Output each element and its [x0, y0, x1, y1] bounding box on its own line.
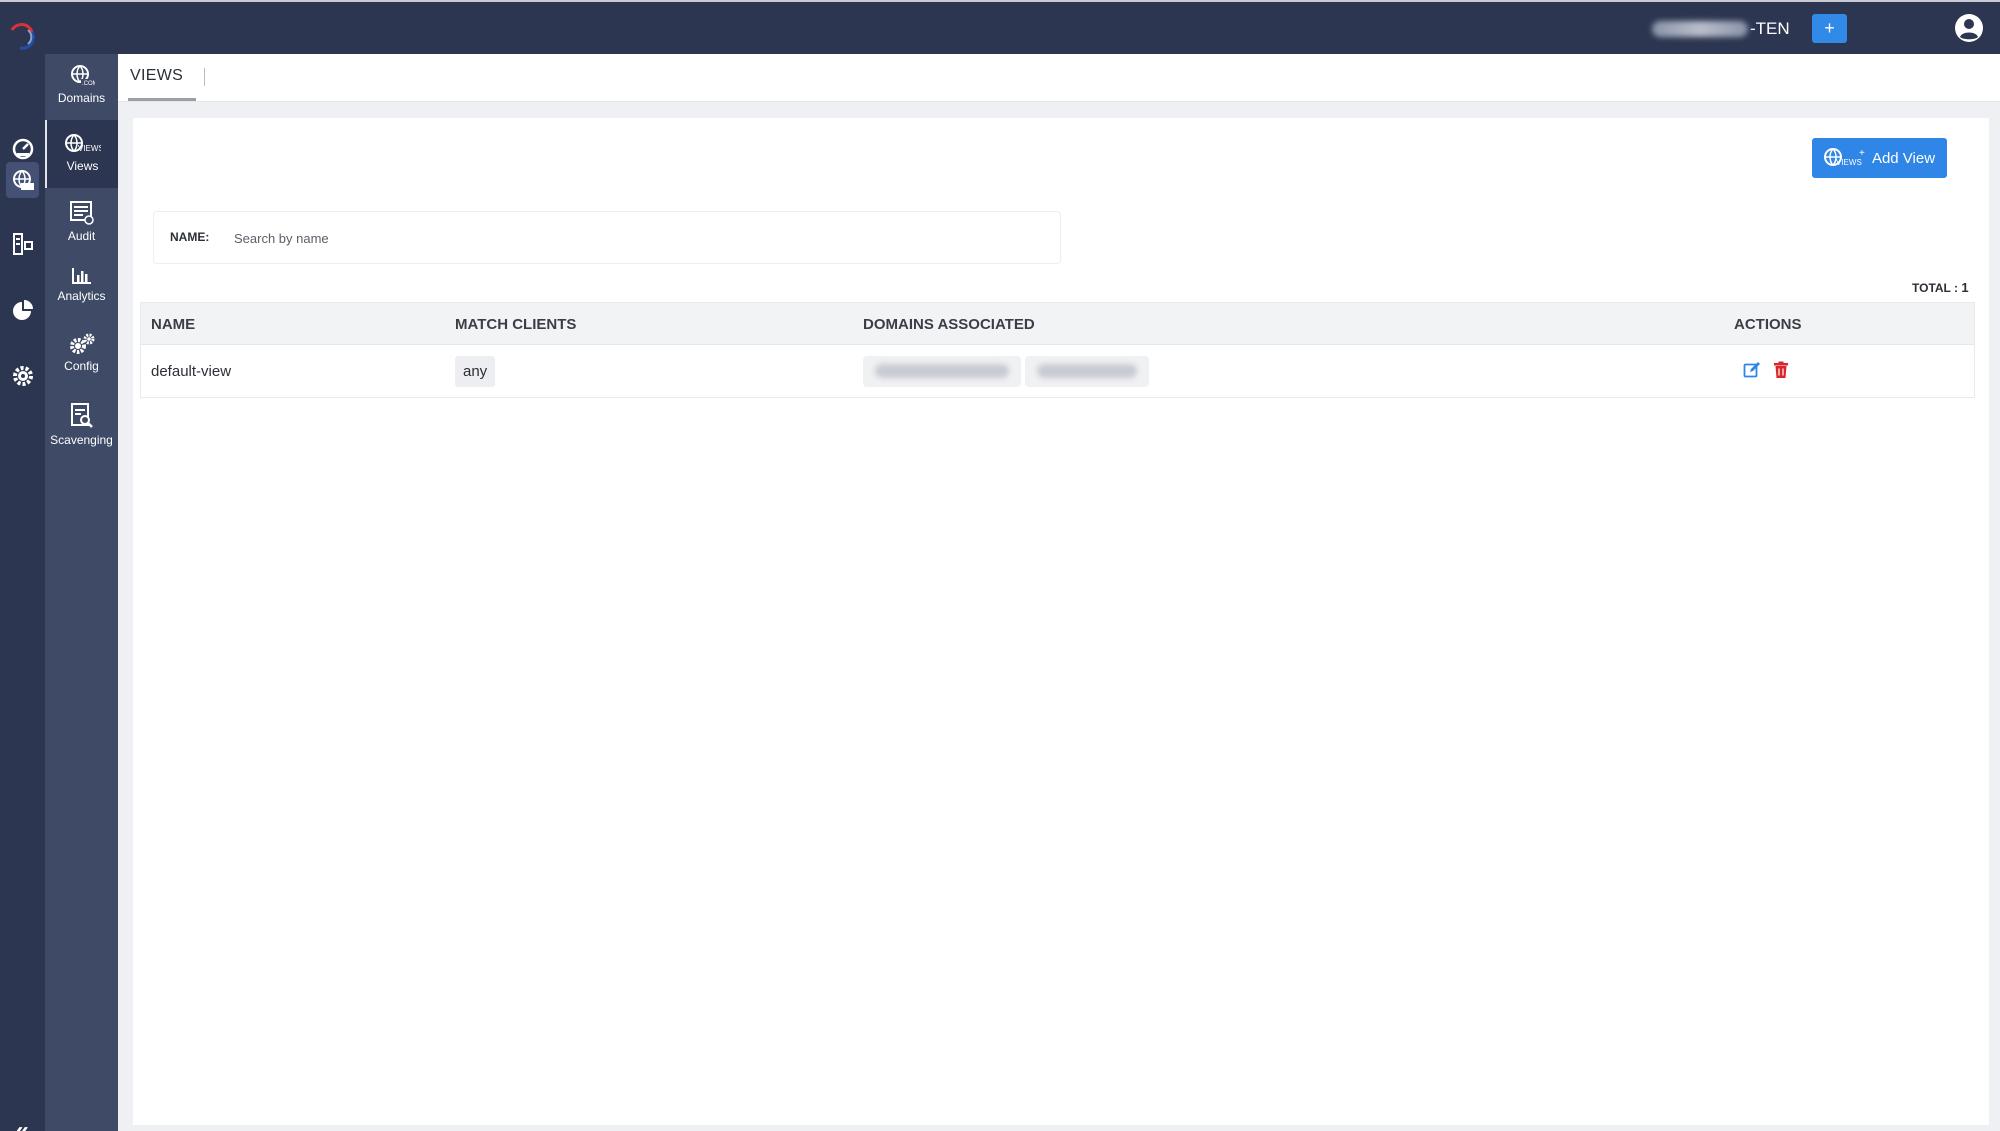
tenant-suffix: -TEN — [1750, 19, 1790, 38]
name-filter-label: NAME: — [170, 230, 210, 244]
globe-com-icon: .COM — [70, 65, 95, 87]
tenant-name-redacted — [1652, 21, 1748, 37]
search-input[interactable] — [234, 225, 1014, 251]
svg-text:.COM: .COM — [82, 81, 95, 87]
rail-dns[interactable] — [6, 162, 39, 198]
rail-ipam[interactable] — [6, 226, 39, 262]
rail-dashboard[interactable] — [6, 130, 39, 166]
ipam-icon — [12, 233, 33, 255]
svg-text:VIEWS: VIEWS — [1836, 158, 1862, 167]
match-clients-chip: any — [455, 356, 496, 387]
total-value: 1 — [1961, 280, 1969, 295]
column-header-match-clients[interactable]: MATCH CLIENTS — [455, 316, 576, 333]
add-view-button[interactable]: VIEWS + Add View — [1812, 138, 1947, 178]
gears-icon — [69, 333, 94, 354]
sidebar-item-views[interactable]: VIEWS Views — [45, 120, 118, 188]
tab-views[interactable]: VIEWS — [130, 67, 183, 85]
column-header-actions: ACTIONS — [1734, 316, 1802, 333]
settings-gear-icon — [12, 366, 33, 386]
document-search-icon — [70, 403, 93, 428]
sidebar-item-label: Scavenging — [50, 433, 113, 447]
rail-settings[interactable] — [6, 358, 39, 394]
sidebar-item-config[interactable]: Config — [45, 332, 118, 388]
table-row[interactable]: default-view any — [141, 346, 1974, 397]
domain-chip-redacted — [863, 356, 1021, 387]
sidebar-item-label: Domains — [57, 91, 106, 105]
total-count: TOTAL : 1 — [1912, 280, 1969, 295]
tab-active-indicator — [128, 98, 196, 101]
column-header-name[interactable]: NAME — [151, 316, 195, 333]
delete-icon[interactable] — [1771, 360, 1791, 380]
sidebar-item-label: Analytics — [57, 289, 106, 303]
tab-divider — [204, 68, 205, 86]
total-label: TOTAL : — [1912, 281, 1958, 295]
collapse-sidebar-button[interactable]: « — [8, 1117, 36, 1131]
top-bar: -TEN + — [0, 0, 2000, 54]
tab-bar: VIEWS — [118, 54, 2000, 102]
sidebar-item-scavenging[interactable]: Scavenging — [45, 402, 118, 462]
sidebar-item-analytics[interactable]: Analytics — [45, 266, 118, 318]
user-account-icon[interactable] — [1953, 12, 1985, 44]
rail-reports[interactable] — [6, 292, 39, 328]
tenant-name[interactable]: -TEN — [1652, 18, 1790, 40]
app-logo-icon[interactable] — [6, 20, 36, 50]
audit-icon — [69, 201, 94, 225]
sidebar-item-label: Audit — [67, 229, 96, 243]
edit-icon[interactable] — [1742, 360, 1762, 380]
pie-chart-icon — [12, 300, 33, 320]
name-filter: NAME: — [153, 211, 1061, 264]
sidebar-item-audit[interactable]: Audit — [45, 200, 118, 252]
dashboard-icon — [12, 138, 33, 160]
add-view-label: Add View — [1871, 149, 1936, 167]
sidebar-item-label: Config — [64, 359, 99, 373]
table-header: NAME MATCH CLIENTS DOMAINS ASSOCIATED AC… — [141, 303, 1974, 345]
view-name-cell: default-view — [151, 363, 232, 380]
sidebar-item-domains[interactable]: .COM Domains — [45, 64, 118, 120]
globe-views-icon: VIEWS — [64, 134, 101, 153]
dns-globe-icon — [12, 170, 34, 190]
sidebar-item-label: Views — [66, 159, 99, 173]
dns-sidebar: .COM Domains VIEWS Views Audit Analytics — [45, 54, 118, 1131]
bar-chart-icon — [71, 268, 91, 284]
views-panel — [133, 118, 1989, 1125]
svg-text:VIEWS: VIEWS — [78, 144, 101, 153]
domain-chip-redacted — [1025, 356, 1149, 387]
global-add-button[interactable]: + — [1812, 14, 1847, 43]
globe-views-plus-icon: VIEWS + — [1823, 147, 1866, 169]
views-table: NAME MATCH CLIENTS DOMAINS ASSOCIATED AC… — [140, 302, 1975, 398]
column-header-domains-associated[interactable]: DOMAINS ASSOCIATED — [863, 316, 1035, 333]
primary-rail: « — [0, 54, 45, 1131]
svg-text:+: + — [1859, 148, 1865, 159]
